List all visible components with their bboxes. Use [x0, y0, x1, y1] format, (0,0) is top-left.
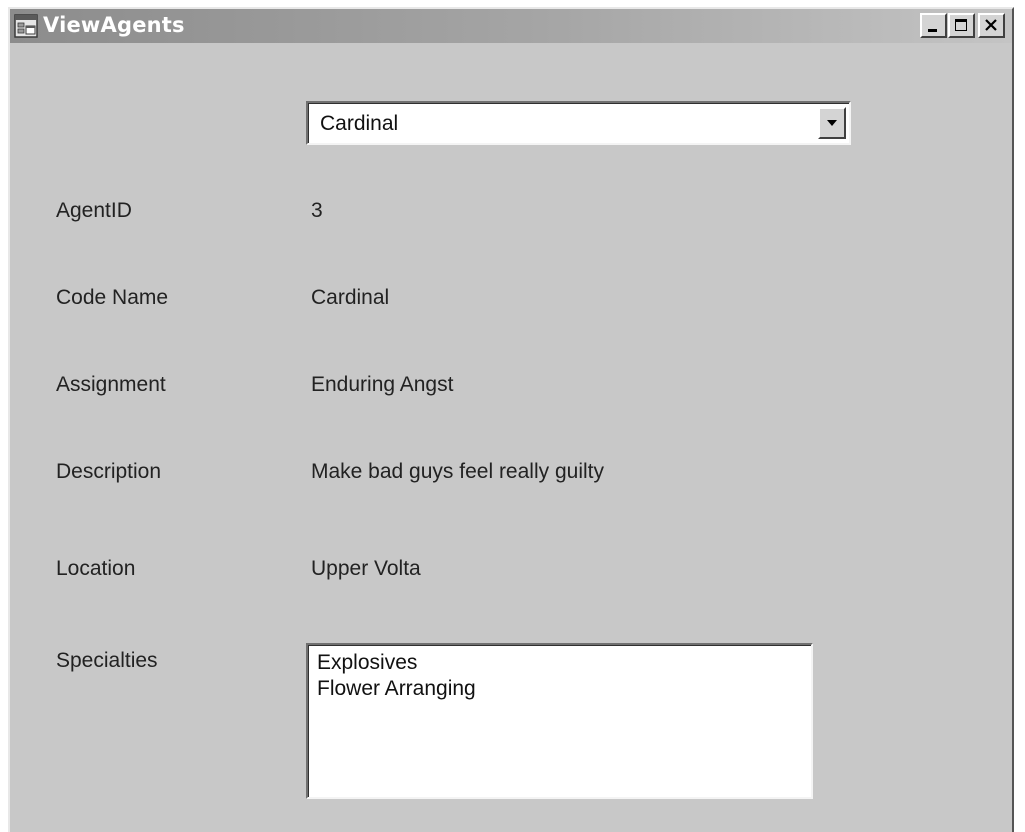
- agent-id-value: 3: [311, 199, 323, 222]
- window-app-icon[interactable]: [14, 14, 38, 38]
- code-name-label: Code Name: [56, 286, 169, 309]
- specialties-listbox[interactable]: Explosives Flower Arranging: [306, 643, 813, 799]
- view-agents-window: ViewAgents Cardinal AgentID 3 Code Name …: [8, 7, 1014, 832]
- dropdown-button[interactable]: [818, 107, 846, 139]
- code-name-value: Cardinal: [311, 286, 390, 309]
- minimize-icon: [928, 29, 937, 32]
- assignment-value: Enduring Angst: [311, 373, 454, 396]
- description-label: Description: [56, 460, 162, 483]
- window-title: ViewAgents: [43, 13, 185, 37]
- location-label: Location: [56, 557, 136, 580]
- description-value: Make bad guys feel really guilty: [311, 460, 604, 483]
- close-icon: [985, 19, 997, 31]
- agent-select-dropdown[interactable]: Cardinal: [306, 101, 851, 145]
- list-item[interactable]: Flower Arranging: [317, 676, 811, 702]
- assignment-label: Assignment: [56, 373, 166, 396]
- list-item[interactable]: Explosives: [317, 650, 811, 676]
- specialties-label: Specialties: [56, 649, 158, 672]
- minimize-button[interactable]: [920, 13, 947, 38]
- title-bar[interactable]: ViewAgents: [10, 9, 1012, 43]
- close-button[interactable]: [978, 13, 1005, 38]
- chevron-down-icon: [827, 120, 837, 126]
- location-value: Upper Volta: [311, 557, 421, 580]
- agent-select-value: Cardinal: [320, 112, 399, 135]
- maximize-icon: [955, 19, 967, 31]
- maximize-button[interactable]: [948, 13, 975, 38]
- agent-id-label: AgentID: [56, 199, 132, 222]
